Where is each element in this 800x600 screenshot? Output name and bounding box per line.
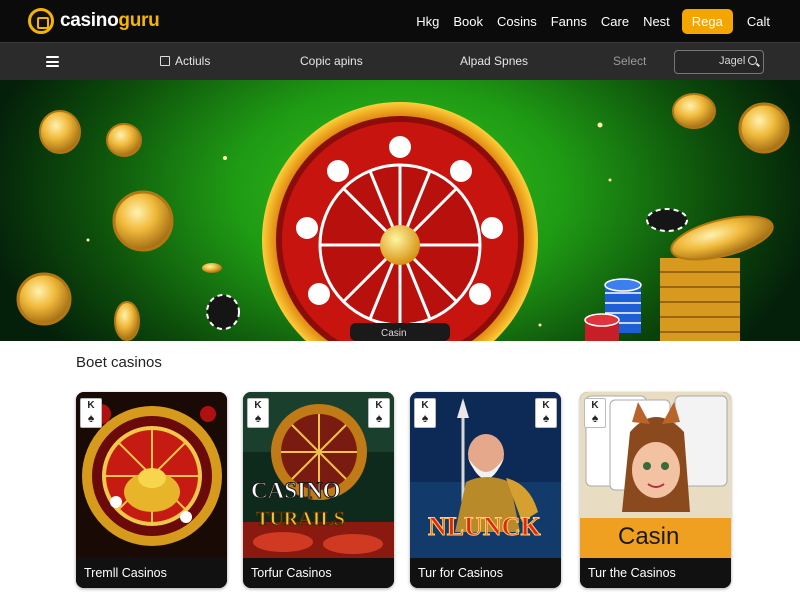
card-label: Tremll Casinos	[76, 558, 227, 588]
spade-icon: ♠	[591, 411, 599, 425]
subnav-item-2[interactable]: Copic apins	[300, 54, 363, 68]
coin-left-5	[114, 301, 140, 341]
spade-icon: ♠	[375, 411, 383, 425]
card-art-title: NLUNCK	[428, 512, 542, 542]
playing-card-corner: K ♠	[80, 398, 102, 428]
brand-logo[interactable]: casinoguru	[28, 0, 160, 42]
subnav-item-3[interactable]: Alpad Spnes	[460, 54, 528, 68]
nav-item-2[interactable]: Book	[453, 14, 483, 29]
casino-card-1[interactable]: K ♠ Tremll Casinos	[76, 392, 227, 588]
card-art-subtitle: TURAILS	[256, 508, 346, 531]
chip-stack-red	[584, 313, 620, 341]
playing-card-corner: K ♠	[414, 398, 436, 428]
casino-card-3[interactable]: NLUNCK K ♠ K ♠ Tur for Casinos	[410, 392, 561, 588]
nav-item-last[interactable]: Calt	[747, 14, 770, 29]
spade-icon: ♠	[542, 411, 550, 425]
gift-icon	[160, 56, 170, 66]
coin-left-3	[112, 190, 174, 252]
menu-icon[interactable]	[46, 56, 59, 67]
card-label: Torfur Casinos	[243, 558, 394, 588]
card-label: Tur for Casinos	[410, 558, 561, 588]
top-nav: Hkg Book Cosins Fanns Care Nest Rega Cal…	[402, 0, 770, 42]
playing-card-corner-right: K ♠	[368, 398, 390, 428]
playing-card-corner: K ♠	[247, 398, 269, 428]
casino-card-4[interactable]: Casin K ♠ Tur the Casinos	[580, 392, 731, 588]
hero-art	[16, 93, 790, 341]
subnav-item-1[interactable]: Actiuls	[160, 54, 210, 68]
section-title: Boet casinos	[76, 354, 162, 371]
sub-nav: Actiuls Copic apins Alpad Spnes Select J…	[0, 42, 800, 80]
spade-icon: ♠	[421, 411, 429, 425]
nav-item-5[interactable]: Care	[601, 14, 629, 29]
nav-item-4[interactable]: Fanns	[551, 14, 587, 29]
coin-left-1	[39, 110, 81, 154]
brand-name: casinoguru	[60, 10, 160, 31]
spade-icon: ♠	[254, 411, 262, 425]
nav-item-1[interactable]: Hkg	[416, 14, 439, 29]
search-icon[interactable]	[748, 56, 757, 65]
wheel-label: Casin	[381, 328, 407, 339]
coin-left-2	[106, 123, 142, 157]
playing-card-corner: K ♠	[584, 398, 606, 428]
register-button[interactable]: Rega	[681, 8, 733, 34]
casino-card-2[interactable]: CASINO TURAILS K ♠ K ♠ Torfur Casinos	[243, 392, 394, 588]
card-art-title: Casin	[618, 523, 680, 550]
card-art-title: CASINO	[250, 478, 341, 504]
search-placeholder: Jagel	[719, 55, 746, 67]
card-label: Tur the Casinos	[580, 558, 731, 588]
select-dropdown[interactable]: Select	[613, 54, 646, 68]
playing-card-corner-right: K ♠	[535, 398, 557, 428]
nav-item-3[interactable]: Cosins	[497, 14, 537, 29]
spade-icon: ♠	[87, 411, 95, 425]
hero-banner[interactable]: Casin	[0, 80, 800, 341]
search-input[interactable]: Jagel	[674, 50, 764, 74]
logo-icon	[28, 8, 54, 34]
coin-left-4	[16, 272, 72, 326]
top-header: casinoguru Hkg Book Cosins Fanns Care Ne…	[0, 0, 800, 42]
nav-item-6[interactable]: Nest	[643, 14, 670, 29]
